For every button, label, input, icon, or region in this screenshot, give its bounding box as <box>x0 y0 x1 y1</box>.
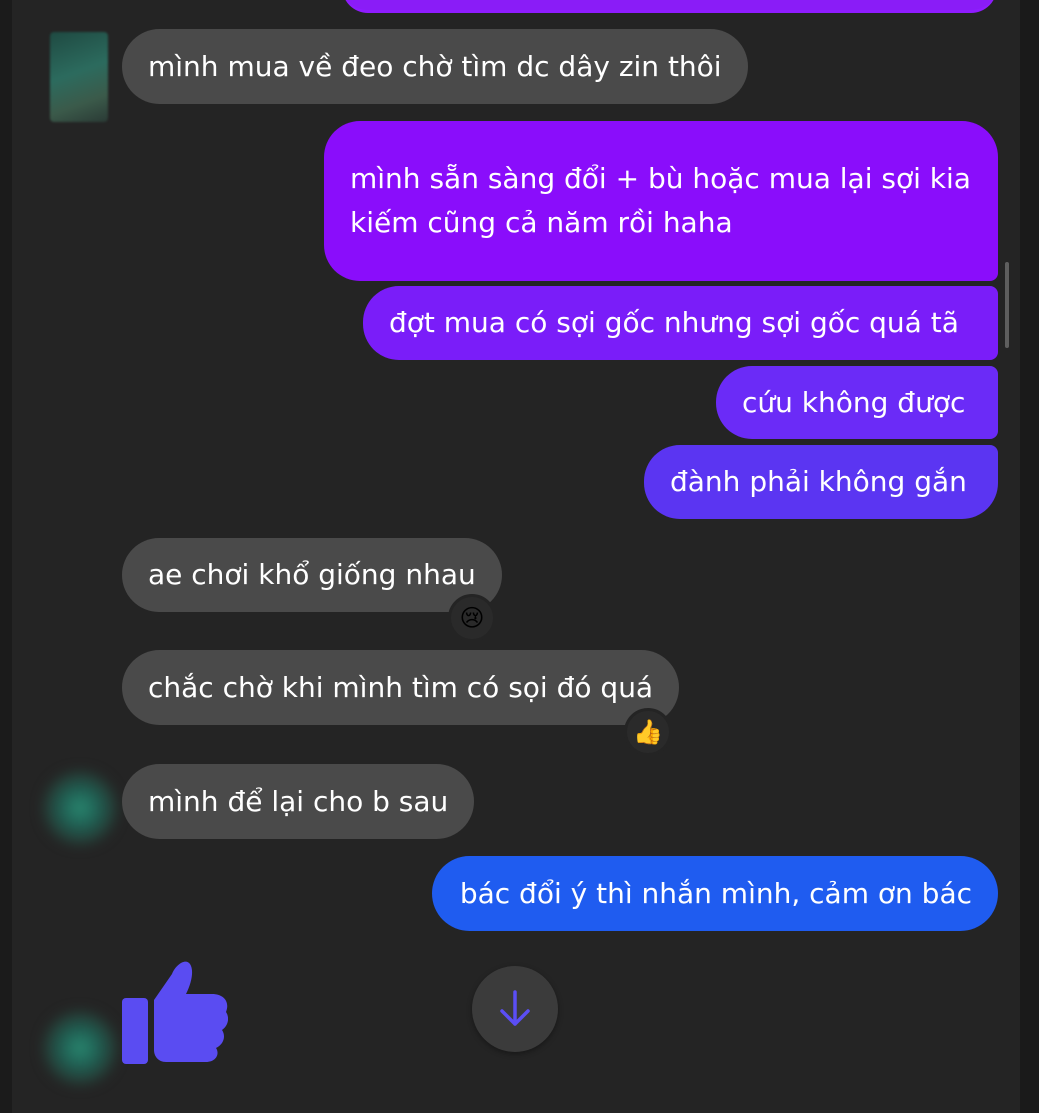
message-text: mình để lại cho b sau <box>148 784 449 818</box>
contact-avatar[interactable] <box>42 1010 118 1086</box>
message-text: ae chơi khổ giống nhau <box>148 558 476 591</box>
messenger-window: mình mua về đeo chờ tìm dc dây zin thôi … <box>0 0 1039 1113</box>
message-text-line-2: kiếm cũng cả năm rồi haha <box>350 206 733 239</box>
message-text-line-1: mình sẵn sàng đổi + bù hoặc mua lại sợi … <box>350 162 971 195</box>
contact-avatar[interactable] <box>50 32 108 122</box>
outgoing-message[interactable]: đành phải không gắn <box>644 445 998 519</box>
thumbs-up-icon <box>122 961 229 1064</box>
incoming-message[interactable]: chắc chờ khi mình tìm có sọi đó quá <box>122 650 680 725</box>
incoming-message[interactable]: mình để lại cho b sau <box>122 764 475 839</box>
previous-message-bubble[interactable] <box>342 0 997 13</box>
arrow-down-icon <box>500 990 530 1026</box>
outgoing-message[interactable]: đợt mua có sợi gốc nhưng sợi gốc quá tã <box>363 286 998 360</box>
message-text: đành phải không gắn <box>670 465 967 498</box>
thumbs-up-reaction-icon[interactable]: 👍 <box>624 708 672 756</box>
crying-face-reaction-icon[interactable]: 😢 <box>448 594 496 642</box>
message-text: mình mua về đeo chờ tìm dc dây zin thôi <box>148 49 722 83</box>
outgoing-message[interactable]: cứu không được <box>716 366 998 439</box>
message-text: đợt mua có sợi gốc nhưng sợi gốc quá tã <box>389 306 959 339</box>
contact-avatar[interactable] <box>42 770 118 846</box>
scrollbar-thumb[interactable] <box>1005 262 1009 348</box>
incoming-message[interactable]: ae chơi khổ giống nhau <box>122 538 502 612</box>
outgoing-message[interactable]: mình sẵn sàng đổi + bù hoặc mua lại sợi … <box>324 121 998 281</box>
message-text: chắc chờ khi mình tìm có sọi đó quá <box>148 670 654 704</box>
incoming-message[interactable]: mình mua về đeo chờ tìm dc dây zin thôi <box>122 29 748 104</box>
conversation-panel[interactable]: mình mua về đeo chờ tìm dc dây zin thôi … <box>12 0 1020 1113</box>
message-text: cứu không được <box>742 385 966 419</box>
message-text: bác đổi ý thì nhắn mình, cảm ơn bác <box>459 876 972 910</box>
scroll-to-bottom-button[interactable] <box>472 966 558 1052</box>
thumbs-up-icon[interactable] <box>120 958 229 1066</box>
outgoing-message[interactable]: bác đổi ý thì nhắn mình, cảm ơn bác <box>432 856 998 931</box>
window-edge <box>1020 0 1039 1113</box>
